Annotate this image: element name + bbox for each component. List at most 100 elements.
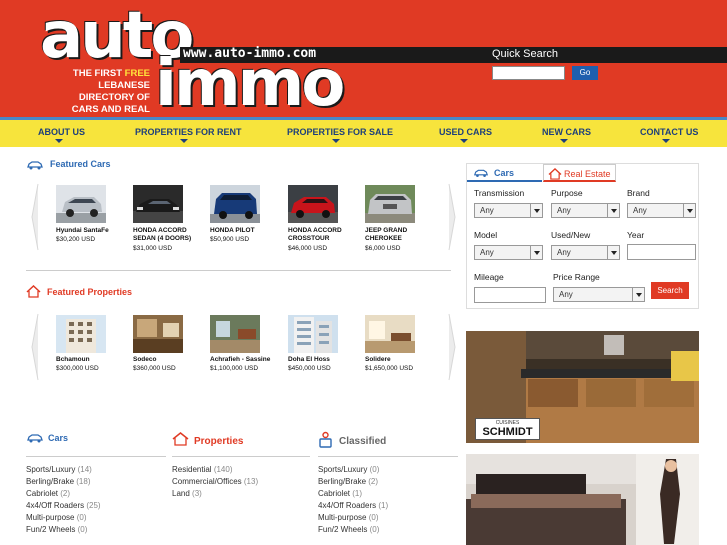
chevron-down-icon (632, 288, 644, 301)
chevron-down-icon (683, 204, 695, 217)
car-title[interactable]: JEEP GRAND CHEROKEE (365, 227, 435, 243)
price-range-select[interactable]: Any (553, 287, 645, 302)
nav-new-cars[interactable]: NEW CARS (542, 127, 591, 137)
chevron-down-icon (662, 139, 670, 143)
site-header: auto www.auto-immo.com immo THE FIRST FR… (0, 0, 727, 127)
list-item[interactable]: Sports/Luxury (14) (26, 464, 101, 476)
list-item[interactable]: 4x4/Off Roaders (1) (318, 500, 388, 512)
chevron-down-icon (560, 139, 568, 143)
tab-cars-label: Cars (494, 168, 515, 178)
main-nav: ABOUT US PROPERTIES FOR RENT PROPERTIES … (0, 117, 727, 147)
featured-cars-title[interactable]: Featured Cars (50, 159, 111, 169)
tab-cars[interactable]: Cars (467, 164, 542, 182)
tagline-free: FREE (124, 68, 150, 79)
brand-select[interactable]: Any (627, 203, 696, 218)
house-icon (548, 168, 562, 180)
list-item[interactable]: Multi-purpose (0) (26, 512, 101, 524)
house-icon (26, 285, 41, 298)
car-photo[interactable] (56, 185, 106, 223)
list-item[interactable]: Residential (140) (172, 464, 258, 476)
nav-properties-for-sale[interactable]: PROPERTIES FOR SALE (287, 127, 393, 137)
list-item[interactable]: Cabriolet (1) (318, 488, 388, 500)
property-photo[interactable] (133, 315, 183, 353)
logo-immo[interactable]: immo (155, 52, 345, 116)
property-title[interactable]: Achrafieh - Sassine (210, 356, 280, 364)
price-range-label: Price Range (553, 272, 600, 282)
nav-used-cars[interactable]: USED CARS (439, 127, 492, 137)
mileage-input[interactable] (474, 287, 546, 303)
car-photo[interactable] (133, 185, 183, 223)
purpose-select[interactable]: Any (551, 203, 620, 218)
classified-list-title[interactable]: Classified (339, 436, 386, 447)
classified-icon (319, 431, 332, 448)
mileage-label: Mileage (474, 272, 504, 282)
chevron-down-icon (460, 139, 468, 143)
cars-list-title[interactable]: Cars (48, 433, 68, 443)
section-divider (318, 456, 458, 457)
property-title[interactable]: Bchamoun (56, 356, 126, 364)
bedroom-ad-banner[interactable] (466, 454, 699, 545)
car-title[interactable]: HONDA ACCORD SEDAN (4 DOORS) (133, 227, 203, 243)
model-select[interactable]: Any (474, 245, 543, 260)
properties-list-title[interactable]: Properties (194, 436, 243, 447)
list-item[interactable]: Land (3) (172, 488, 258, 500)
carousel-prev-icon[interactable] (31, 182, 39, 252)
list-item[interactable]: Sports/Luxury (0) (318, 464, 388, 476)
car-title[interactable]: Hyundai SantaFe (56, 227, 126, 235)
list-item[interactable]: Cabriolet (2) (26, 488, 101, 500)
car-icon (27, 161, 43, 170)
section-divider (26, 456, 166, 457)
list-item[interactable]: Fun/2 Wheels (0) (318, 524, 388, 536)
section-divider (172, 456, 310, 457)
property-title[interactable]: Sodeco (133, 356, 203, 364)
brand-label: Brand (627, 188, 650, 198)
list-item[interactable]: 4x4/Off Roaders (25) (26, 500, 101, 512)
chevron-down-icon (530, 204, 542, 217)
carousel-prev-icon[interactable] (31, 312, 39, 382)
property-photo[interactable] (210, 315, 260, 353)
property-photo[interactable] (365, 315, 415, 353)
property-title[interactable]: Solidere (365, 356, 435, 364)
property-price: $300,000 USD (56, 365, 99, 372)
list-item[interactable]: Berling/Brake (2) (318, 476, 388, 488)
car-icon (473, 169, 489, 177)
quick-search-go-button[interactable]: Go (572, 66, 598, 80)
nav-about-us[interactable]: ABOUT US (38, 127, 85, 137)
list-item[interactable]: Berling/Brake (18) (26, 476, 101, 488)
property-photo[interactable] (288, 315, 338, 353)
model-label: Model (474, 230, 498, 240)
nav-properties-for-rent[interactable]: PROPERTIES FOR RENT (135, 127, 242, 137)
car-photo[interactable] (288, 185, 338, 223)
car-photo[interactable] (210, 185, 260, 223)
transmission-label: Transmission (474, 188, 525, 198)
search-button[interactable]: Search (651, 282, 689, 299)
car-price: $31,000 USD (133, 245, 173, 252)
year-input[interactable] (627, 244, 696, 260)
chevron-down-icon (607, 246, 619, 259)
list-item[interactable]: Fun/2 Wheels (0) (26, 524, 101, 536)
car-title[interactable]: HONDA PILOT (210, 227, 280, 235)
section-divider (26, 270, 451, 271)
nav-contact-us[interactable]: CONTACT US (640, 127, 698, 137)
cars-category-list: Sports/Luxury (14) Berling/Brake (18) Ca… (26, 464, 101, 536)
tagline-first: THE FIRST (72, 68, 125, 79)
used-new-select[interactable]: Any (551, 245, 620, 260)
featured-properties-title[interactable]: Featured Properties (47, 287, 132, 297)
house-icon (172, 432, 189, 446)
list-item[interactable]: Multi-purpose (0) (318, 512, 388, 524)
carousel-next-icon[interactable] (448, 182, 456, 252)
quick-search-input[interactable] (492, 66, 565, 80)
car-photo[interactable] (365, 185, 415, 223)
schmidt-logo[interactable]: CUISINES SCHMIDT (475, 418, 540, 440)
list-item[interactable]: Commercial/Offices (13) (172, 476, 258, 488)
property-title[interactable]: Doha El Hoss (288, 356, 358, 364)
property-photo[interactable] (56, 315, 106, 353)
property-price: $360,000 USD (133, 365, 176, 372)
chevron-down-icon (55, 139, 63, 143)
car-title[interactable]: HONDA ACCORD CROSSTOUR (288, 227, 358, 243)
properties-category-list: Residential (140) Commercial/Offices (13… (172, 464, 258, 500)
purpose-label: Purpose (551, 188, 583, 198)
transmission-select[interactable]: Any (474, 203, 543, 218)
tab-real-estate[interactable]: Real Estate (543, 164, 616, 182)
carousel-next-icon[interactable] (448, 312, 456, 382)
